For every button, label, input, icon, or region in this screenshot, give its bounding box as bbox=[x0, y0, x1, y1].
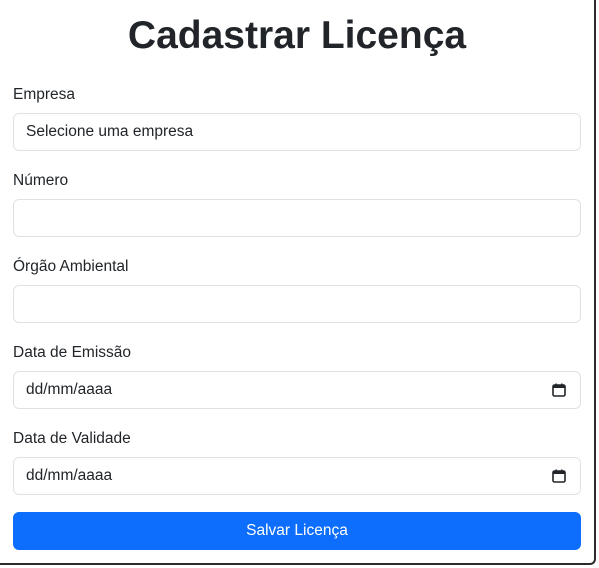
page-title: Cadastrar Licença bbox=[127, 14, 467, 57]
data-validade-input[interactable]: dd/mm/aaaa bbox=[13, 457, 581, 495]
calendar-icon[interactable] bbox=[552, 383, 566, 397]
orgao-label: Órgão Ambiental bbox=[13, 258, 129, 275]
numero-group: Número bbox=[13, 170, 581, 237]
form-card: Cadastrar Licença Empresa Selecione uma … bbox=[0, 0, 596, 565]
data-validade-label: Data de Validade bbox=[13, 430, 131, 447]
data-validade-value: dd/mm/aaaa bbox=[26, 467, 113, 484]
orgao-input[interactable] bbox=[13, 285, 581, 323]
empresa-group: Empresa Selecione uma empresa bbox=[13, 84, 581, 151]
data-emissao-input[interactable]: dd/mm/aaaa bbox=[13, 371, 581, 409]
salvar-licenca-button[interactable]: Salvar Licença bbox=[13, 512, 581, 550]
numero-input[interactable] bbox=[13, 199, 581, 237]
data-validade-group: Data de Validade dd/mm/aaaa bbox=[13, 428, 581, 495]
data-emissao-group: Data de Emissão dd/mm/aaaa bbox=[13, 342, 581, 409]
data-emissao-label: Data de Emissão bbox=[13, 344, 132, 361]
empresa-select[interactable]: Selecione uma empresa bbox=[13, 113, 581, 151]
empresa-select-value: Selecione uma empresa bbox=[26, 123, 194, 140]
data-emissao-value: dd/mm/aaaa bbox=[26, 381, 113, 398]
numero-label: Número bbox=[13, 172, 69, 189]
orgao-group: Órgão Ambiental bbox=[13, 256, 581, 323]
calendar-icon[interactable] bbox=[552, 469, 566, 483]
empresa-label: Empresa bbox=[13, 86, 76, 103]
